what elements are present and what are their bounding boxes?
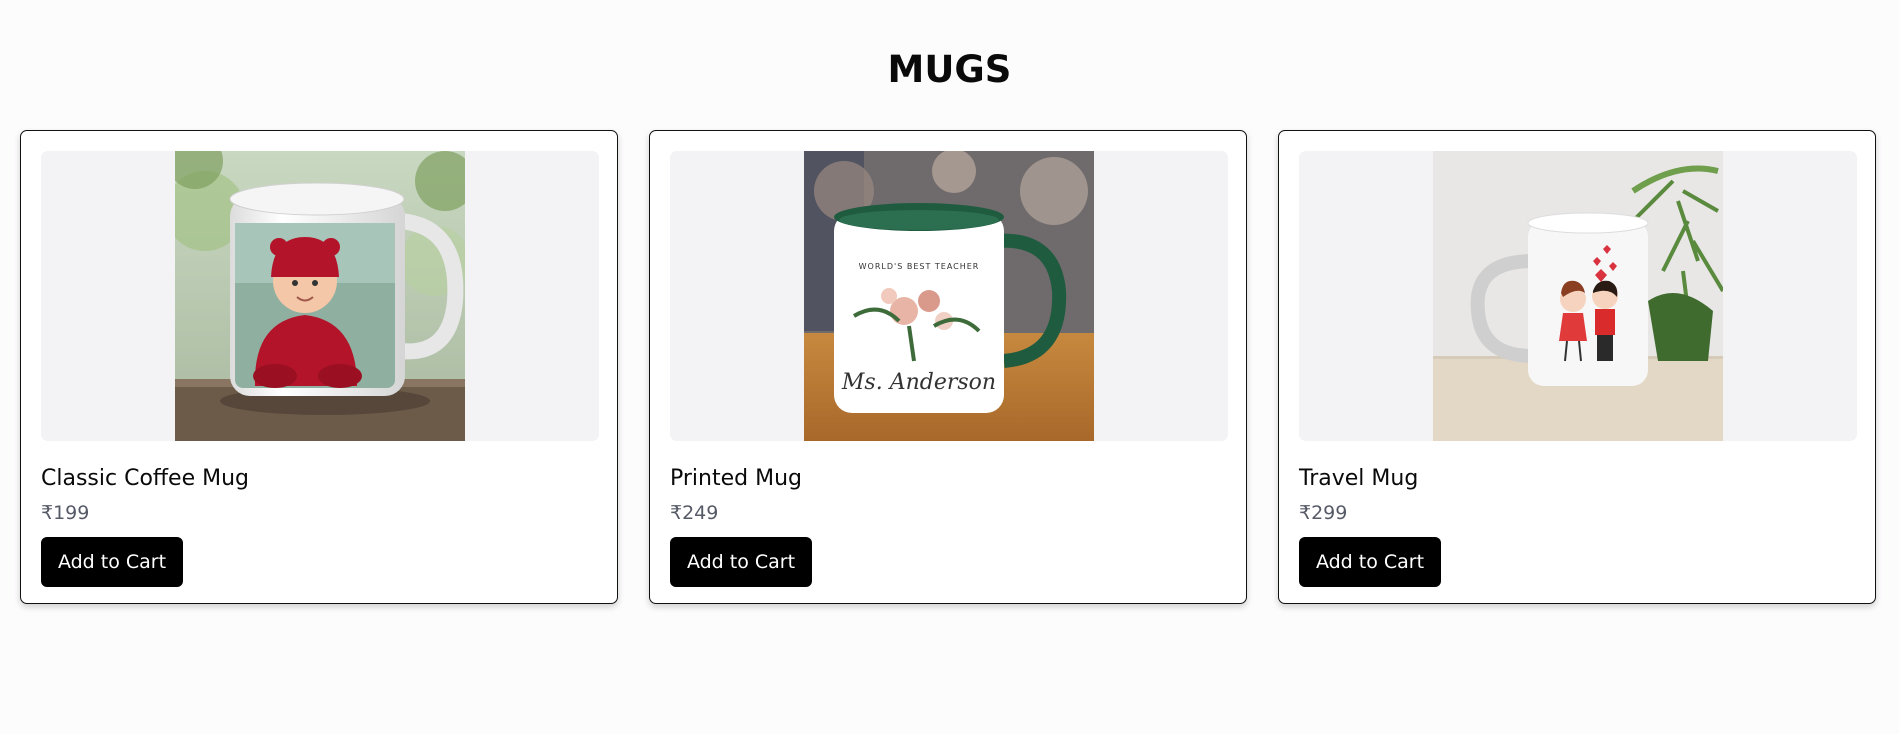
product-name: Printed Mug xyxy=(670,466,802,491)
page: MUGS Classic Coffee Mug ₹199 Add to Cart… xyxy=(0,0,1899,734)
product-name: Travel Mug xyxy=(1299,466,1419,491)
add-to-cart-button[interactable]: Add to Cart xyxy=(670,537,812,587)
product-card: Classic Coffee Mug ₹199 Add to Cart xyxy=(20,130,618,604)
page-title: MUGS xyxy=(887,48,1012,91)
product-grid: Classic Coffee Mug ₹199 Add to Cart WORL… xyxy=(20,130,1876,604)
product-image-frame xyxy=(41,151,599,441)
mug-text-top: WORLD'S BEST TEACHER xyxy=(859,262,980,271)
mug-photo-couple-icon[interactable] xyxy=(1433,151,1723,441)
product-card: Travel Mug ₹299 Add to Cart xyxy=(1278,130,1876,604)
product-name: Classic Coffee Mug xyxy=(41,466,250,491)
add-to-cart-button[interactable]: Add to Cart xyxy=(41,537,183,587)
add-to-cart-button[interactable]: Add to Cart xyxy=(1299,537,1441,587)
product-price: ₹199 xyxy=(41,502,90,524)
product-image-frame: WORLD'S BEST TEACHER Ms. Anderson xyxy=(670,151,1228,441)
product-image-frame xyxy=(1299,151,1857,441)
mug-photo-floral-icon[interactable]: WORLD'S BEST TEACHER Ms. Anderson xyxy=(804,151,1094,441)
product-price: ₹249 xyxy=(670,502,719,524)
product-price: ₹299 xyxy=(1299,502,1348,524)
mug-text-bottom: Ms. Anderson xyxy=(841,370,996,395)
product-card: WORLD'S BEST TEACHER Ms. Anderson Printe… xyxy=(649,130,1247,604)
mug-photo-baby-icon[interactable] xyxy=(175,151,465,441)
